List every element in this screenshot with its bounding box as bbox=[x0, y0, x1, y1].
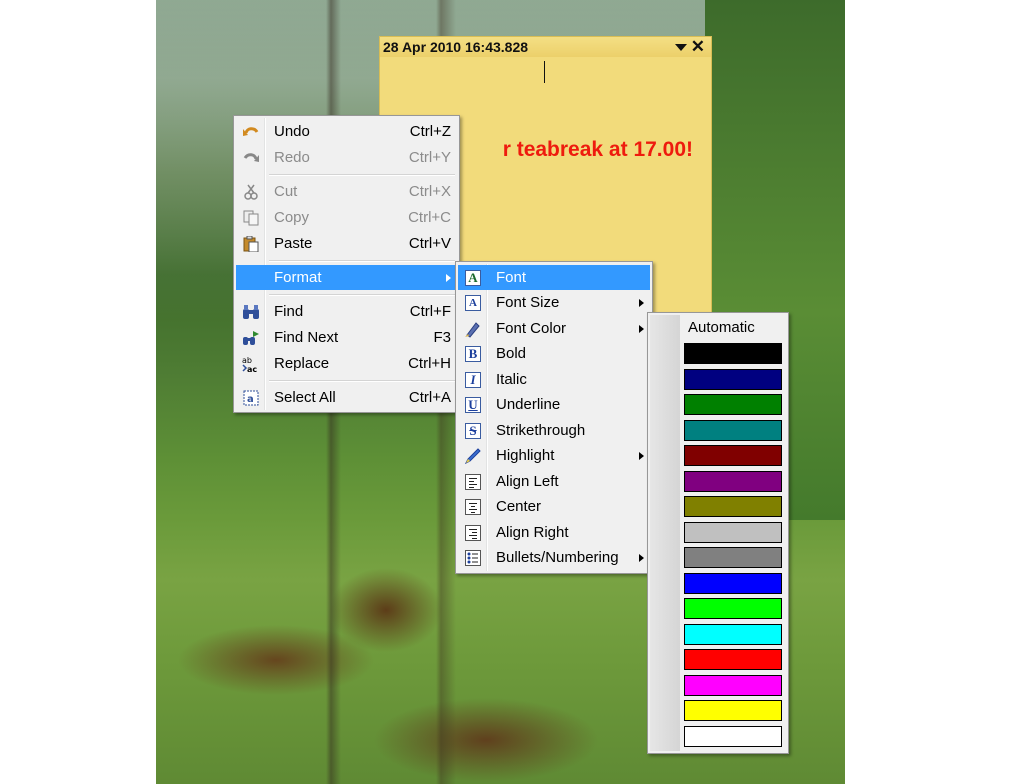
color-swatch[interactable] bbox=[684, 521, 782, 543]
menu-item-cut[interactable]: Cut Ctrl+X bbox=[236, 179, 457, 204]
color-swatch[interactable] bbox=[684, 470, 782, 492]
menu-item-paste[interactable]: Paste Ctrl+V bbox=[236, 231, 457, 256]
cut-icon bbox=[240, 182, 262, 202]
color-swatch[interactable] bbox=[684, 368, 782, 390]
context-menu: Undo Ctrl+Z Redo Ctrl+Y Cut Ctrl+X Copy … bbox=[233, 115, 460, 413]
submenu-arrow-icon bbox=[446, 273, 451, 282]
bullets-icon bbox=[462, 548, 484, 568]
binoculars-icon bbox=[240, 302, 262, 322]
color-swatch[interactable] bbox=[684, 598, 782, 619]
menu-separator bbox=[269, 294, 455, 295]
align-left-icon bbox=[462, 472, 484, 492]
color-swatch[interactable] bbox=[684, 394, 782, 415]
menu-separator bbox=[269, 174, 455, 175]
color-swatch[interactable] bbox=[684, 674, 782, 696]
submenu-arrow-icon bbox=[639, 553, 644, 562]
menu-item-bold[interactable]: B Bold bbox=[458, 341, 650, 366]
close-icon[interactable]: ✕ bbox=[691, 38, 705, 55]
text-caret bbox=[544, 61, 545, 83]
color-swatch[interactable] bbox=[684, 445, 782, 466]
color-swatch[interactable] bbox=[684, 419, 782, 441]
color-swatch[interactable] bbox=[684, 572, 782, 594]
paste-icon bbox=[240, 234, 262, 254]
format-submenu: A Font A Font Size Font Color B Bold I I… bbox=[455, 261, 653, 574]
font-color-icon bbox=[462, 319, 484, 339]
select-all-icon: a bbox=[240, 388, 262, 408]
color-swatch[interactable] bbox=[684, 700, 782, 721]
underline-icon: U bbox=[462, 395, 484, 415]
color-swatch[interactable] bbox=[684, 547, 782, 568]
dropdown-arrow-icon[interactable] bbox=[674, 43, 687, 51]
menu-item-font-color[interactable]: Font Color bbox=[458, 316, 650, 341]
menu-item-find-next[interactable]: Find Next F3 bbox=[236, 325, 457, 350]
align-right-icon bbox=[462, 523, 484, 543]
note-timestamp: 28 Apr 2010 16:43.828 bbox=[383, 39, 529, 55]
menu-item-font-size[interactable]: A Font Size bbox=[458, 290, 650, 315]
svg-text:a: a bbox=[247, 394, 254, 405]
menu-separator bbox=[269, 380, 455, 381]
color-swatch[interactable] bbox=[684, 649, 782, 670]
menu-item-select-all[interactable]: a Select All Ctrl+A bbox=[236, 385, 457, 410]
copy-icon bbox=[240, 208, 262, 228]
menu-item-undo[interactable]: Undo Ctrl+Z bbox=[236, 119, 457, 144]
menu-item-redo[interactable]: Redo Ctrl+Y bbox=[236, 145, 457, 170]
menu-separator bbox=[269, 260, 455, 261]
palette-gutter bbox=[650, 315, 680, 751]
bold-icon: B bbox=[462, 344, 484, 364]
menu-item-bullets-numbering[interactable]: Bullets/Numbering bbox=[458, 545, 650, 570]
menu-item-highlight[interactable]: Highlight bbox=[458, 443, 650, 468]
font-color-palette: Automatic bbox=[647, 312, 789, 754]
font-size-icon: A bbox=[462, 293, 484, 313]
color-swatch[interactable] bbox=[684, 496, 782, 517]
svg-text:ac: ac bbox=[247, 365, 257, 373]
italic-icon: I bbox=[462, 370, 484, 390]
submenu-arrow-icon bbox=[639, 324, 644, 333]
color-swatch[interactable] bbox=[684, 623, 782, 645]
submenu-arrow-icon bbox=[639, 298, 644, 307]
color-automatic[interactable]: Automatic bbox=[688, 319, 755, 336]
color-swatch[interactable] bbox=[684, 725, 782, 747]
menu-item-copy[interactable]: Copy Ctrl+C bbox=[236, 205, 457, 230]
note-titlebar[interactable]: 28 Apr 2010 16:43.828 ✕ bbox=[380, 37, 711, 57]
submenu-arrow-icon bbox=[639, 451, 644, 460]
undo-icon bbox=[240, 122, 262, 142]
strikethrough-icon: S bbox=[462, 421, 484, 441]
find-next-icon bbox=[240, 328, 262, 348]
menu-item-underline[interactable]: U Underline bbox=[458, 392, 650, 417]
color-swatch[interactable] bbox=[684, 343, 782, 364]
menu-item-italic[interactable]: I Italic bbox=[458, 367, 650, 392]
svg-text:ab: ab bbox=[242, 356, 252, 365]
menu-item-strikethrough[interactable]: S Strikethrough bbox=[458, 418, 650, 443]
menu-item-center[interactable]: Center bbox=[458, 494, 650, 519]
redo-icon bbox=[240, 148, 262, 168]
highlight-icon bbox=[462, 446, 484, 466]
menu-item-replace[interactable]: ab ac Replace Ctrl+H bbox=[236, 351, 457, 376]
note-controls: ✕ bbox=[674, 38, 705, 55]
align-center-icon bbox=[462, 497, 484, 517]
menu-item-format[interactable]: Format bbox=[236, 265, 457, 290]
replace-icon: ab ac bbox=[240, 354, 262, 374]
menu-item-align-left[interactable]: Align Left bbox=[458, 469, 650, 494]
menu-item-find[interactable]: Find Ctrl+F bbox=[236, 299, 457, 324]
font-icon: A bbox=[462, 268, 484, 288]
menu-item-align-right[interactable]: Align Right bbox=[458, 520, 650, 545]
menu-item-font[interactable]: A Font bbox=[458, 265, 650, 290]
